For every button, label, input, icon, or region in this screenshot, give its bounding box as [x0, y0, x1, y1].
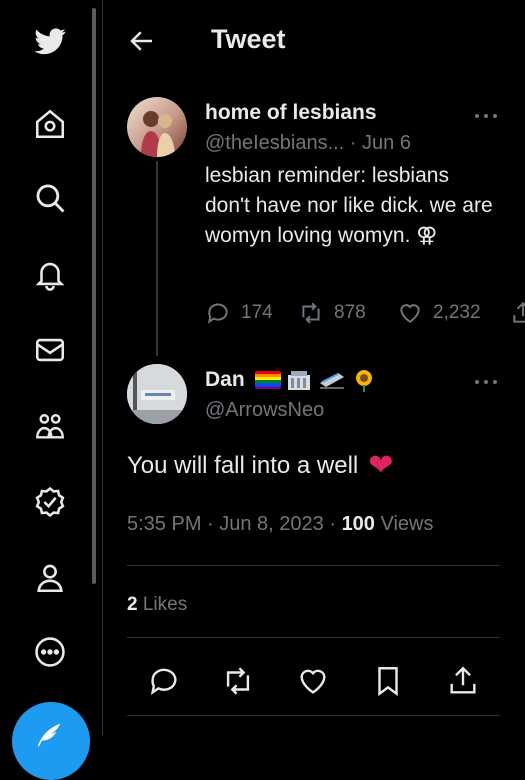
- page-title: Tweet: [211, 24, 286, 54]
- share-icon: [450, 666, 476, 694]
- parent-reply-count: 174: [241, 302, 273, 323]
- main-avatar[interactable]: [127, 364, 187, 424]
- sunflower-icon: [356, 370, 373, 393]
- main-tweet-body: You will fall into a well: [127, 452, 359, 479]
- messages-envelope-icon[interactable]: [28, 328, 72, 372]
- more-options-icon[interactable]: [28, 630, 72, 674]
- reply-icon: [207, 303, 228, 324]
- compose-tweet-button[interactable]: [12, 702, 90, 780]
- bookmark-button[interactable]: [371, 664, 405, 698]
- main-tweet-text: You will fall into a well ❤: [127, 449, 394, 482]
- train-icon: [320, 373, 345, 390]
- main-more-icon[interactable]: [473, 374, 499, 384]
- heart-icon: [400, 304, 420, 323]
- main-display-name[interactable]: Dan: [205, 368, 376, 393]
- main-name-text: Dan: [205, 368, 245, 391]
- column-divider: [102, 0, 103, 735]
- likes-count: 2: [127, 594, 138, 615]
- twitter-logo-icon[interactable]: [28, 20, 72, 64]
- parent-like-count: 2,232: [433, 302, 481, 323]
- nav-scrollbar[interactable]: [92, 8, 96, 584]
- red-heart-icon: ❤: [368, 449, 394, 482]
- parent-share-button[interactable]: [510, 300, 525, 326]
- parent-more-icon[interactable]: [473, 108, 499, 118]
- views-label: Views: [374, 513, 434, 535]
- tweet-timestamp[interactable]: 5:35 PM · Jun 8, 2023 ·: [127, 513, 342, 535]
- parent-handle-date: @theIesbians... · Jun 6: [205, 132, 411, 155]
- views-count: 100: [341, 513, 375, 535]
- parent-avatar[interactable]: [127, 97, 187, 157]
- divider-top: [127, 565, 500, 566]
- likes-label: Likes: [137, 594, 188, 615]
- parent-display-name[interactable]: home of lesbians: [205, 101, 377, 125]
- parent-like-button[interactable]: 2,232: [397, 300, 481, 326]
- likes-summary[interactable]: 2 Likes: [127, 594, 187, 616]
- retweet-icon: [226, 667, 250, 695]
- retweet-button[interactable]: [221, 664, 255, 698]
- heart-icon: [300, 669, 326, 694]
- compose-icon: [37, 723, 61, 747]
- parent-retweet-count: 878: [334, 302, 366, 323]
- thread-connector: [156, 161, 158, 356]
- parent-reply-button[interactable]: 174: [205, 300, 273, 326]
- avatar-portrait-icon: [141, 111, 175, 157]
- profile-icon[interactable]: [28, 556, 72, 600]
- like-button[interactable]: [296, 664, 330, 698]
- search-icon[interactable]: [28, 176, 72, 220]
- home-icon[interactable]: [28, 102, 72, 146]
- share-button[interactable]: [446, 664, 480, 698]
- retweet-icon: [302, 302, 320, 324]
- side-nav: [0, 0, 100, 780]
- reply-button[interactable]: [147, 664, 181, 698]
- verified-badge-icon[interactable]: [28, 480, 72, 524]
- notifications-bell-icon[interactable]: [28, 252, 72, 296]
- parent-retweet-button[interactable]: 878: [298, 300, 366, 326]
- back-arrow-icon[interactable]: [127, 26, 157, 56]
- parent-tweet-text: lesbian reminder: lesbians don't have no…: [205, 164, 493, 247]
- main-handle[interactable]: @ArrowsNeo: [205, 399, 324, 422]
- communities-icon[interactable]: [28, 404, 72, 448]
- bookmark-icon: [378, 667, 398, 697]
- parent-date[interactable]: · Jun 6: [350, 132, 411, 154]
- building-icon: [288, 371, 311, 391]
- avatar-photo-icon: [127, 364, 187, 424]
- rainbow-flag-icon: [254, 371, 281, 390]
- share-icon: [513, 301, 525, 323]
- tweet-timestamp-views: 5:35 PM · Jun 8, 2023 · 100 Views: [127, 513, 433, 536]
- reply-icon: [150, 668, 177, 695]
- divider-bottom: [127, 715, 500, 716]
- divider-middle: [127, 637, 500, 638]
- parent-handle[interactable]: @theIesbians...: [205, 132, 344, 154]
